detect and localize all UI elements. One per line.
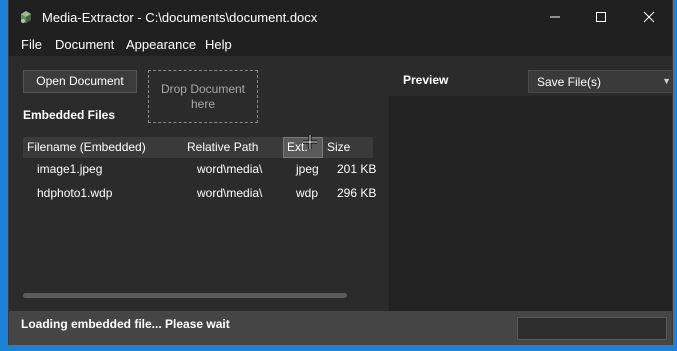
drop-zone-label: Drop Document here (160, 81, 246, 111)
table-header: Filename (Embedded) Relative Path Ext. S… (23, 137, 373, 158)
menu-document[interactable]: Document (55, 37, 114, 52)
title-bar[interactable]: Media-Extractor - C:\documents\document.… (9, 0, 672, 34)
cell-ext: jpeg (296, 162, 319, 176)
chevron-down-icon: ▼ (662, 76, 671, 86)
minimize-button[interactable] (532, 0, 578, 34)
menu-help[interactable]: Help (205, 37, 232, 52)
embedded-files-pane: Open Document Drop Document here Embedde… (9, 56, 389, 311)
maximize-icon (596, 12, 606, 22)
table-row[interactable]: hdphoto1.wdp word\media\ wdp 296 KB (23, 182, 377, 206)
close-button[interactable] (626, 0, 672, 34)
minimize-icon (550, 16, 560, 18)
cell-size: 296 KB (337, 186, 377, 200)
cell-ext: wdp (296, 186, 319, 200)
table-row[interactable]: image1.jpeg word\media\ jpeg 201 KB (23, 158, 377, 182)
save-files-label: Save File(s) (537, 75, 602, 89)
embedded-files-heading: Embedded Files (23, 108, 116, 122)
cell-filename: hdphoto1.wdp (37, 186, 113, 200)
column-resize-cursor-icon (303, 135, 317, 149)
menu-file[interactable]: File (21, 37, 42, 52)
cell-path: word\media\ (197, 162, 263, 176)
horizontal-scrollbar[interactable] (23, 293, 347, 298)
column-header-path[interactable]: Relative Path (187, 137, 258, 158)
embedded-files-table: Filename (Embedded) Relative Path Ext. S… (23, 137, 377, 206)
column-header-filename[interactable]: Filename (Embedded) (27, 137, 146, 158)
window-title: Media-Extractor - C:\documents\document.… (42, 10, 318, 25)
status-message: Loading embedded file... Please wait (21, 317, 230, 331)
app-icon (21, 11, 31, 23)
menu-appearance[interactable]: Appearance (126, 37, 196, 52)
save-files-dropdown[interactable]: Save File(s) ▼ (528, 70, 672, 93)
preview-heading: Preview (403, 73, 449, 87)
preview-pane: Preview Save File(s) ▼ (389, 56, 672, 311)
cell-path: word\media\ (197, 186, 263, 200)
cell-filename: image1.jpeg (37, 162, 103, 176)
close-icon (643, 11, 655, 23)
column-header-size[interactable]: Size (327, 137, 350, 158)
progress-bar (517, 317, 667, 340)
preview-area (389, 96, 672, 311)
preview-header: Preview Save File(s) ▼ (389, 56, 672, 96)
maximize-button[interactable] (578, 0, 624, 34)
menu-bar: File Document Appearance Help (9, 34, 672, 56)
status-bar: Loading embedded file... Please wait (9, 311, 672, 345)
open-document-button[interactable]: Open Document (23, 70, 137, 93)
drop-document-zone[interactable]: Drop Document here (148, 70, 258, 123)
cell-size: 201 KB (337, 162, 377, 176)
app-window: Media-Extractor - C:\documents\document.… (8, 0, 673, 345)
